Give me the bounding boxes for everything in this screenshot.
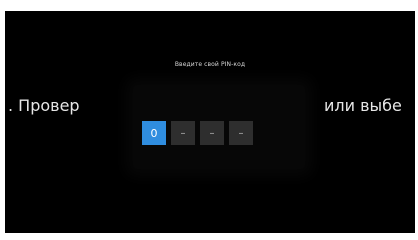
pin-digit-1[interactable]: 0 <box>142 121 166 145</box>
pin-digit-3[interactable]: – <box>200 121 224 145</box>
background-text-left: . Провер <box>8 96 80 115</box>
background-text-right: или выбе <box>324 96 402 115</box>
pin-digit-4[interactable]: – <box>229 121 253 145</box>
pin-digit-4-value: – <box>238 127 244 139</box>
pin-dialog-title: Введите свой PIN-код <box>174 61 246 68</box>
pin-digit-2[interactable]: – <box>171 121 195 145</box>
pin-digit-1-value: 0 <box>150 126 158 140</box>
pin-digit-2-value: – <box>180 127 186 139</box>
pin-input-row: 0 – – – <box>142 121 253 145</box>
pin-digit-3-value: – <box>209 127 215 139</box>
